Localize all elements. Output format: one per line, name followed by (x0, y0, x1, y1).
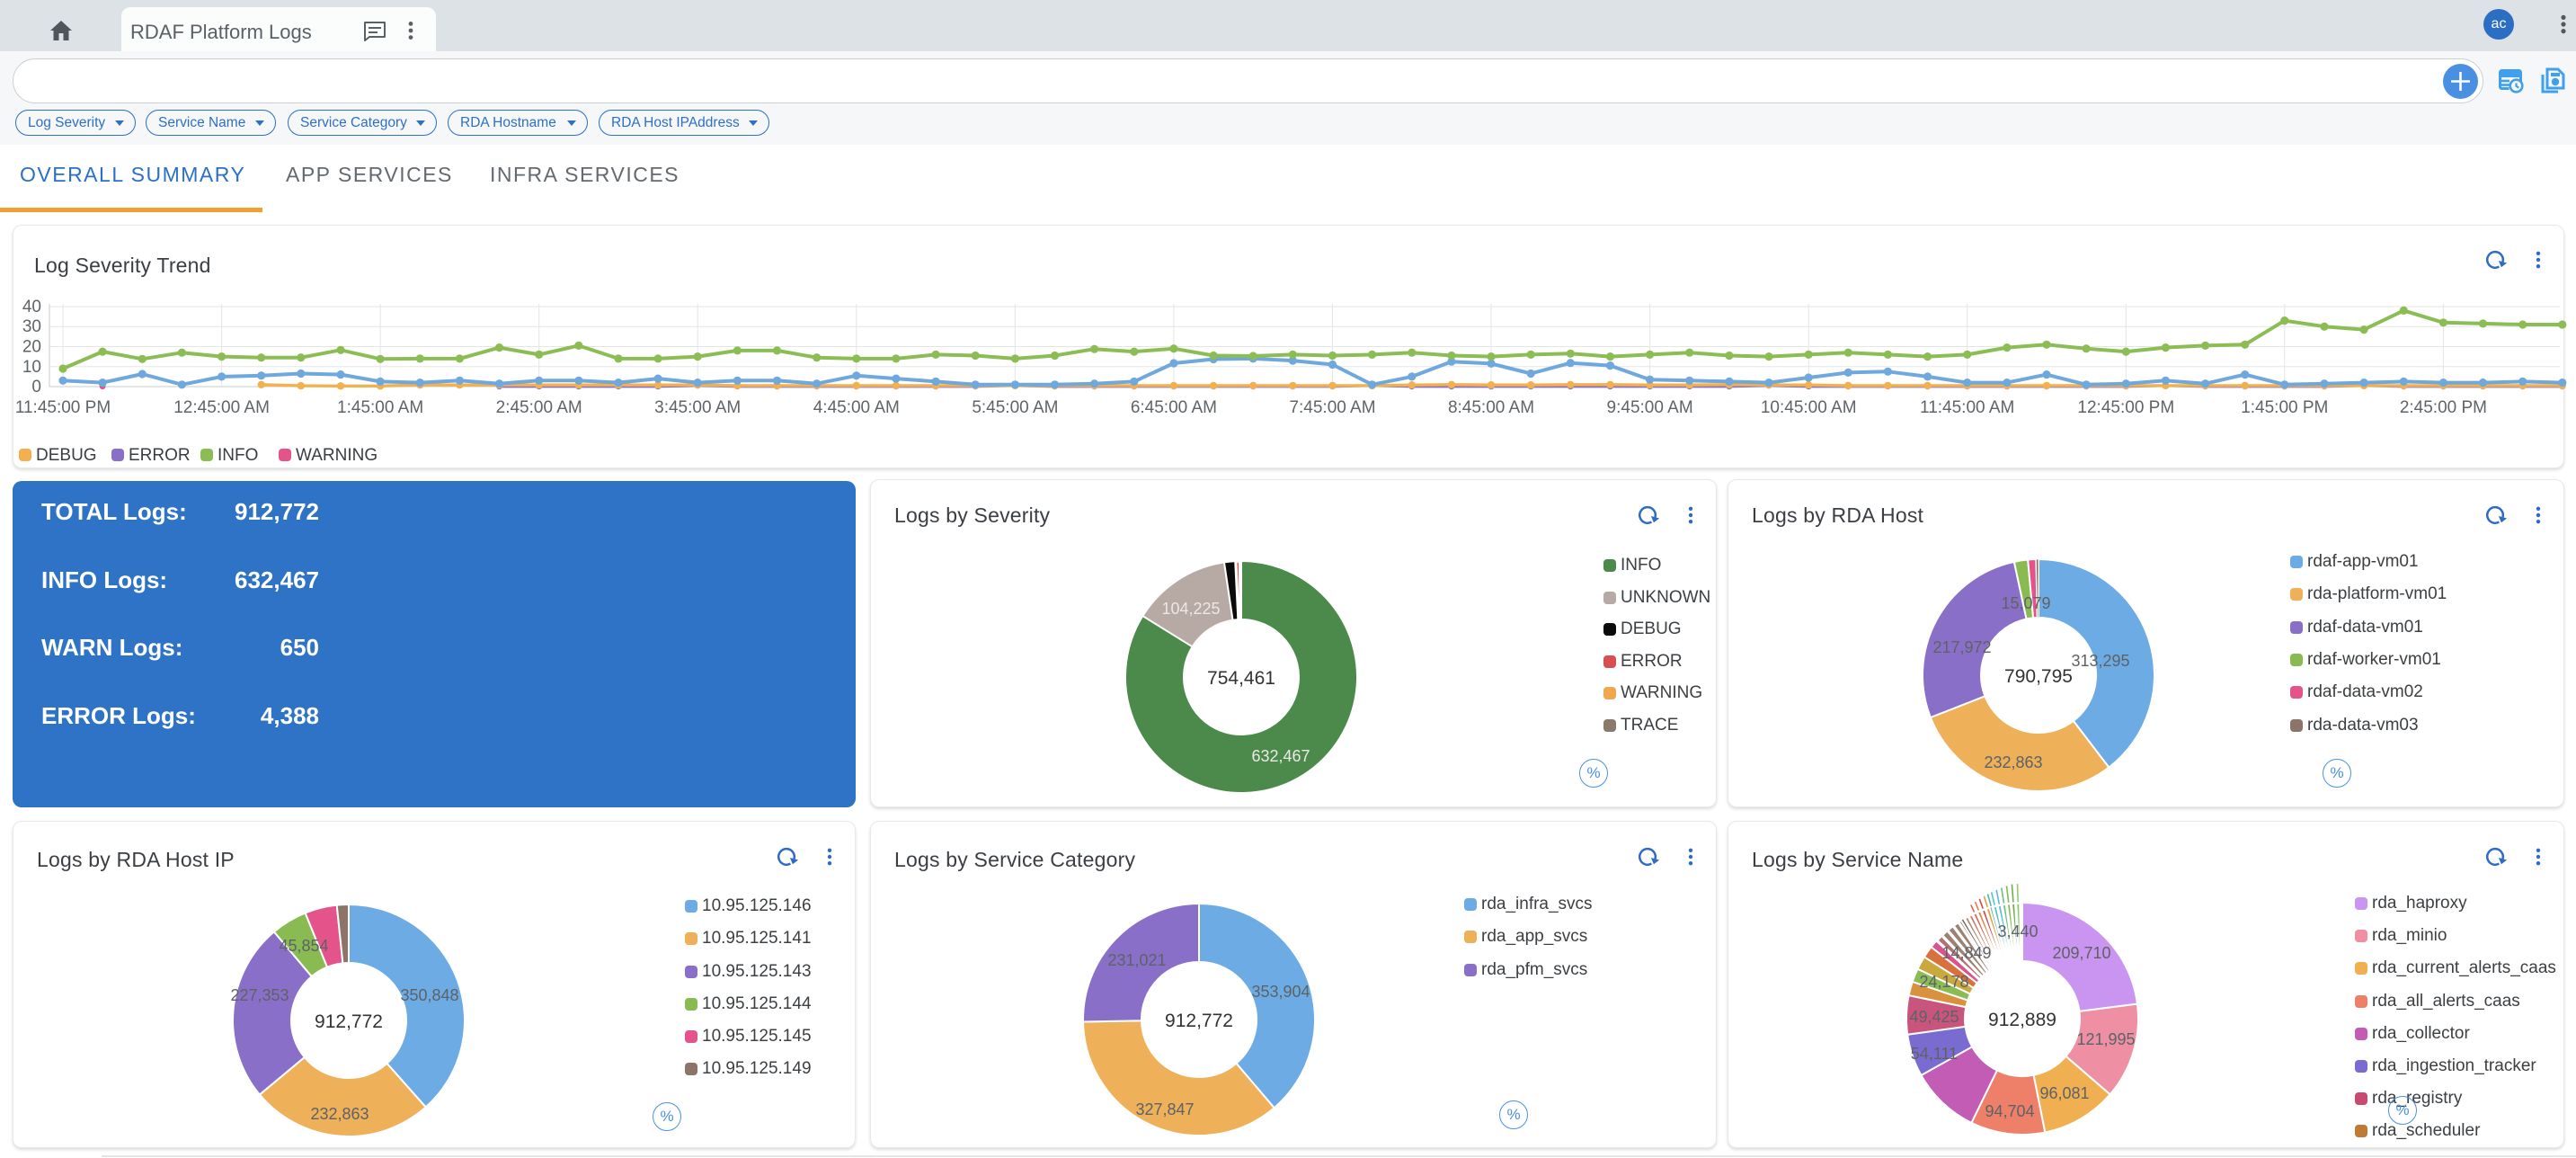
svg-text:313,295: 313,295 (2071, 652, 2129, 670)
svg-text:209,710: 209,710 (2052, 944, 2110, 962)
svg-text:96,081: 96,081 (2039, 1084, 2089, 1102)
svg-text:49,425: 49,425 (1909, 1008, 1959, 1026)
svg-text:3,440: 3,440 (1997, 922, 2038, 940)
svg-text:94,704: 94,704 (1985, 1102, 2034, 1120)
svg-text:227,353: 227,353 (230, 986, 289, 1004)
svg-text:104,225: 104,225 (1161, 600, 1220, 618)
svg-text:327,847: 327,847 (1135, 1100, 1194, 1118)
svg-text:217,972: 217,972 (1932, 638, 1991, 656)
svg-text:24,178: 24,178 (1919, 973, 1968, 991)
svg-text:912,889: 912,889 (1988, 1010, 2056, 1030)
svg-text:790,795: 790,795 (2004, 666, 2073, 687)
svg-text:232,863: 232,863 (310, 1105, 369, 1123)
svg-text:232,863: 232,863 (1984, 753, 2042, 771)
svg-text:45,854: 45,854 (279, 937, 328, 955)
svg-text:54,111: 54,111 (1911, 1045, 1958, 1063)
svg-text:912,772: 912,772 (315, 1011, 383, 1032)
svg-text:912,772: 912,772 (1165, 1011, 1233, 1031)
svg-text:121,995: 121,995 (2076, 1030, 2135, 1048)
svg-text:231,021: 231,021 (1107, 951, 1166, 969)
svg-text:15,079: 15,079 (2001, 594, 2050, 612)
svg-text:353,904: 353,904 (1251, 983, 1310, 1001)
svg-text:632,467: 632,467 (1251, 747, 1310, 765)
svg-text:14,849: 14,849 (1941, 944, 1991, 962)
svg-text:754,461: 754,461 (1207, 668, 1275, 689)
svg-text:350,848: 350,848 (400, 986, 458, 1004)
